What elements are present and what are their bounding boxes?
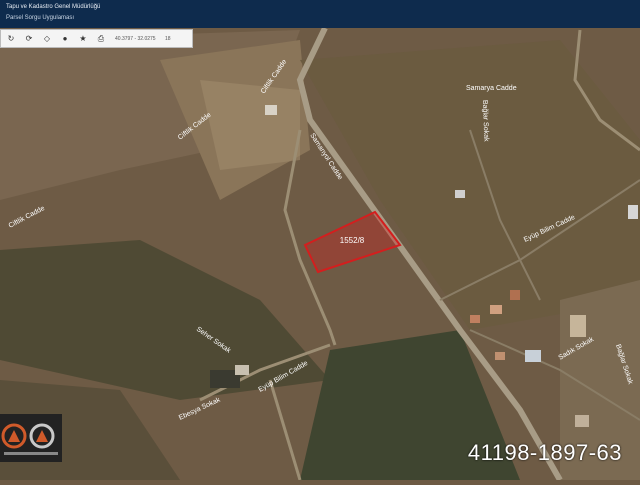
building: [235, 365, 249, 375]
star-icon[interactable]: ★: [75, 31, 91, 47]
building: [575, 415, 589, 427]
building: [455, 190, 465, 198]
street-label: Bağlar Sokak: [481, 100, 489, 142]
building: [265, 105, 277, 115]
building: [525, 350, 541, 362]
agency-logo: [0, 414, 62, 462]
building: [570, 315, 586, 337]
app-title: Parsel Sorgu Uygulaması: [6, 15, 75, 21]
circle-icon[interactable]: ●: [57, 31, 73, 47]
refresh-icon[interactable]: ↻: [3, 31, 19, 47]
building: [490, 305, 502, 314]
building: [628, 205, 638, 219]
rotate-icon[interactable]: ⟳: [21, 31, 37, 47]
coordinate-readout: 40.3797 - 32.0275: [115, 35, 156, 42]
print-icon[interactable]: ⎙: [93, 31, 109, 47]
zoom-level: 18: [165, 35, 171, 42]
parcel-label: 1552/8: [340, 236, 365, 245]
map-toolbar: ↻ ⟳ ◇ ● ★ ⎙ 40.3797 - 32.0275 18: [0, 29, 193, 48]
app-header: Tapu ve Kadastro Genel Müdürlüğü Parsel …: [0, 0, 640, 28]
map-svg: 1552/8 Ciftlik Cadde Ciftlik Cadde Ciftl…: [0, 0, 640, 482]
satellite-map[interactable]: 1552/8 Ciftlik Cadde Ciftlik Cadde Ciftl…: [0, 0, 640, 482]
building: [510, 290, 520, 300]
building: [470, 315, 480, 323]
diamond-icon[interactable]: ◇: [39, 31, 55, 47]
street-label: Samarya Cadde: [466, 85, 517, 92]
parcel-number-label: 41198-1897-63: [467, 440, 622, 465]
agency-title: Tapu ve Kadastro Genel Müdürlüğü: [6, 4, 101, 10]
building: [495, 352, 505, 360]
